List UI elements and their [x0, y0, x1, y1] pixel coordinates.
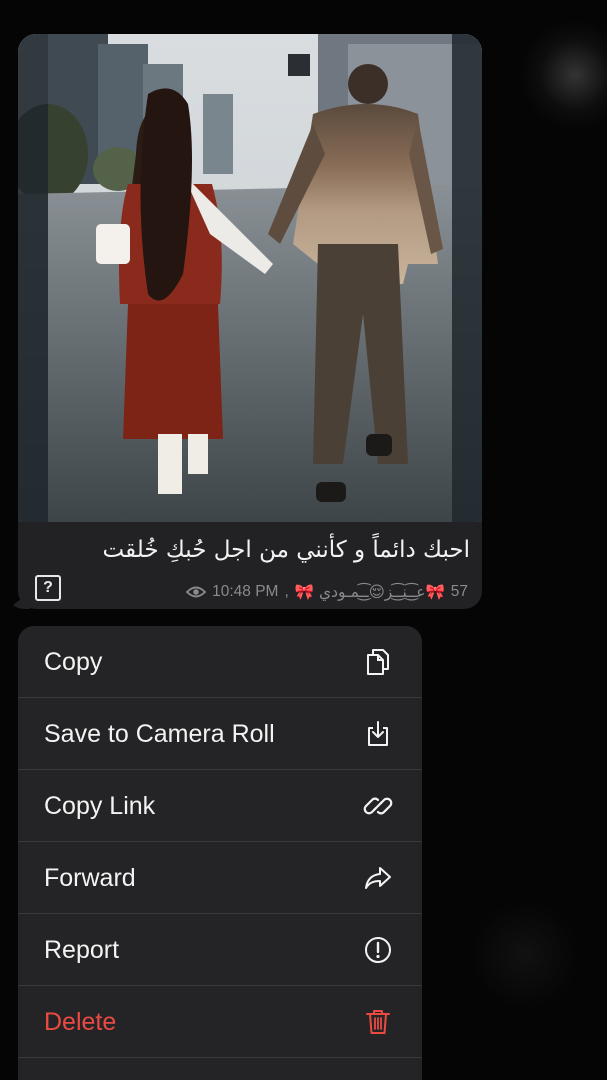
menu-item-save-to-camera-roll[interactable]: Save to Camera Roll: [18, 698, 422, 770]
message-photo[interactable]: [18, 34, 482, 522]
message-meta: 10:48 PM , 🎀عـ͜͡ـنـ͜͡ـز😌ـ͜͡ـمـودي 🎀 57: [84, 579, 468, 605]
message-caption: احبك دائماً و كأنني من اجل حُبكِ خُلقت: [102, 537, 470, 563]
forward-arrow-icon: [365, 867, 391, 889]
menu-item-copy[interactable]: Copy: [18, 626, 422, 698]
author-signature: 🎀عـ͜͡ـنـ͜͡ـز😌ـ͜͡ـمـودي 🎀: [294, 583, 445, 601]
menu-item-report[interactable]: Report: [18, 914, 422, 986]
background-blur: [520, 20, 607, 130]
unknown-reaction-icon[interactable]: ?: [35, 575, 61, 601]
report-exclamation-icon: [365, 937, 391, 963]
context-menu: Copy Save to Camera Roll Copy Link Forwa…: [18, 626, 422, 1080]
save-download-icon: [368, 721, 388, 746]
menu-item-delete[interactable]: Delete: [18, 986, 422, 1058]
eye-icon: [186, 586, 207, 598]
message-separator: ,: [284, 583, 289, 600]
menu-item-copy-link[interactable]: Copy Link: [18, 770, 422, 842]
view-count: 57: [450, 583, 468, 600]
screen: احبك دائماً و كأنني من اجل حُبكِ خُلقت ?…: [0, 0, 607, 1080]
menu-divider: [18, 1057, 422, 1058]
copy-icon: [367, 649, 389, 675]
message-time: 10:48 PM: [212, 583, 279, 600]
link-icon: [363, 797, 393, 815]
menu-item-forward[interactable]: Forward: [18, 842, 422, 914]
background-blur: [470, 900, 580, 1010]
trash-icon: [366, 1010, 390, 1034]
